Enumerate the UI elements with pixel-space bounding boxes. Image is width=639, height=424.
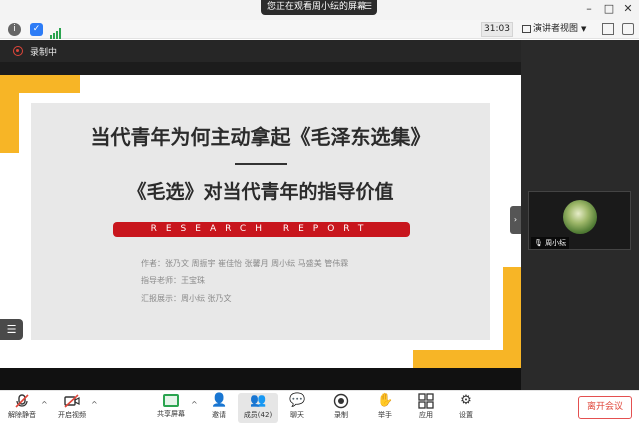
raise-hand-label: 举手 xyxy=(378,411,392,419)
participant-name-tag: 🎙 周小纭 xyxy=(531,237,570,249)
share-screen-button[interactable]: 共享屏幕 xyxy=(151,393,191,423)
unmute-label: 解除静音 xyxy=(8,411,36,419)
slide-authors: 作者：张乃文 周振宇 崔佳怡 张馨月 周小纭 马盛美 管伟霖 xyxy=(141,259,349,268)
window-icon[interactable] xyxy=(622,23,634,35)
slide-title: 当代青年为何主动拿起《毛泽东选集》 xyxy=(90,125,431,149)
slide-presenters: 汇报展示：周小纭 张乃文 xyxy=(141,294,232,303)
record-button[interactable]: 录制 xyxy=(321,393,361,423)
chevron-up-icon[interactable]: ^ xyxy=(41,400,48,409)
chevron-up-icon[interactable]: ^ xyxy=(191,400,198,409)
title-divider xyxy=(235,163,287,165)
meeting-controls: 解除静音 ^ 开启视频 ^ 共享屏幕 ^ 👤 邀请 👥 成员(42) 💬 聊天 … xyxy=(0,390,639,424)
chevron-down-icon: ▼ xyxy=(581,25,587,33)
close-icon[interactable]: ✕ xyxy=(621,2,635,16)
settings-button[interactable]: ⚙ 设置 xyxy=(446,393,486,423)
recording-label: 录制中 xyxy=(30,48,58,58)
apps-grid-icon xyxy=(418,393,434,409)
invite-label: 邀请 xyxy=(212,411,226,419)
video-off-icon xyxy=(64,393,80,409)
window-titlebar: 您正在观看周小纭的屏幕 ☰ – □ ✕ xyxy=(0,0,639,20)
record-label: 录制 xyxy=(334,411,348,419)
fullscreen-icon[interactable] xyxy=(602,23,614,35)
meeting-toolbar: i ✓ 31:03 演讲者视图 ▼ xyxy=(0,20,639,39)
members-button[interactable]: 👥 成员(42) xyxy=(238,393,278,423)
gear-icon: ⚙ xyxy=(460,393,472,408)
signal-icon[interactable] xyxy=(50,24,62,39)
mic-icon: 🎙 xyxy=(534,239,543,247)
minimize-icon[interactable]: – xyxy=(582,2,596,16)
start-video-label: 开启视频 xyxy=(58,411,86,419)
maximize-icon[interactable]: □ xyxy=(602,2,616,16)
slide-bottom-strip xyxy=(0,368,521,390)
participant-tile[interactable]: 🎙 周小纭 xyxy=(528,191,631,250)
list-menu-icon[interactable]: ☰ xyxy=(0,319,23,340)
shared-screen-area: 录制中 当代青年为何主动拿起《毛泽东选集》 《毛选》对当代青年的指导价值 RES… xyxy=(0,40,521,390)
hand-icon: ✋ xyxy=(377,393,394,408)
chevron-up-icon[interactable]: ^ xyxy=(91,400,98,409)
view-grid-icon xyxy=(522,24,531,33)
start-video-button[interactable]: 开启视频 xyxy=(52,393,92,423)
share-notice-text: 您正在观看周小纭的屏幕 xyxy=(267,2,367,12)
apps-button[interactable]: 应用 xyxy=(406,393,446,423)
view-mode-label: 演讲者视图 xyxy=(533,24,579,34)
research-report-banner: RESEARCH REPORT xyxy=(113,222,410,237)
shield-icon[interactable]: ✓ xyxy=(30,23,43,36)
screen-share-notice[interactable]: 您正在观看周小纭的屏幕 ☰ xyxy=(261,0,377,15)
record-icon xyxy=(333,393,349,409)
mic-muted-icon xyxy=(14,393,30,409)
chevron-right-icon[interactable]: › xyxy=(510,206,521,234)
chat-icon: 💬 xyxy=(289,393,306,408)
slide-title-panel: 当代青年为何主动拿起《毛泽东选集》 《毛选》对当代青年的指导价值 RESEARC… xyxy=(31,103,490,340)
apps-label: 应用 xyxy=(419,411,433,419)
recording-icon xyxy=(13,46,23,56)
raise-hand-button[interactable]: ✋ 举手 xyxy=(365,393,405,423)
members-icon: 👥 xyxy=(250,393,267,408)
participant-name: 周小纭 xyxy=(545,239,567,247)
chat-button[interactable]: 💬 聊天 xyxy=(277,393,317,423)
view-mode-selector[interactable]: 演讲者视图 ▼ xyxy=(522,22,594,37)
slide-advisor: 指导老师：王宝珠 xyxy=(141,276,205,285)
chat-label: 聊天 xyxy=(290,411,304,419)
presentation-slide: 当代青年为何主动拿起《毛泽东选集》 《毛选》对当代青年的指导价值 RESEARC… xyxy=(0,75,521,368)
recording-bar: 录制中 xyxy=(0,40,521,62)
members-label: 成员(42) xyxy=(243,411,273,419)
menu-lines-icon[interactable]: ☰ xyxy=(364,0,372,15)
share-screen-icon xyxy=(163,394,179,407)
slide-subtitle: 《毛选》对当代青年的指导价值 xyxy=(127,181,394,203)
settings-label: 设置 xyxy=(459,411,473,419)
add-user-icon: 👤 xyxy=(211,393,228,408)
meeting-timer: 31:03 xyxy=(481,22,513,37)
unmute-button[interactable]: 解除静音 xyxy=(2,393,42,423)
info-icon[interactable]: i xyxy=(8,23,21,36)
leave-meeting-button[interactable]: 离开会议 xyxy=(578,396,632,419)
invite-button[interactable]: 👤 邀请 xyxy=(199,393,239,423)
share-screen-label: 共享屏幕 xyxy=(157,410,185,418)
avatar xyxy=(563,200,597,234)
